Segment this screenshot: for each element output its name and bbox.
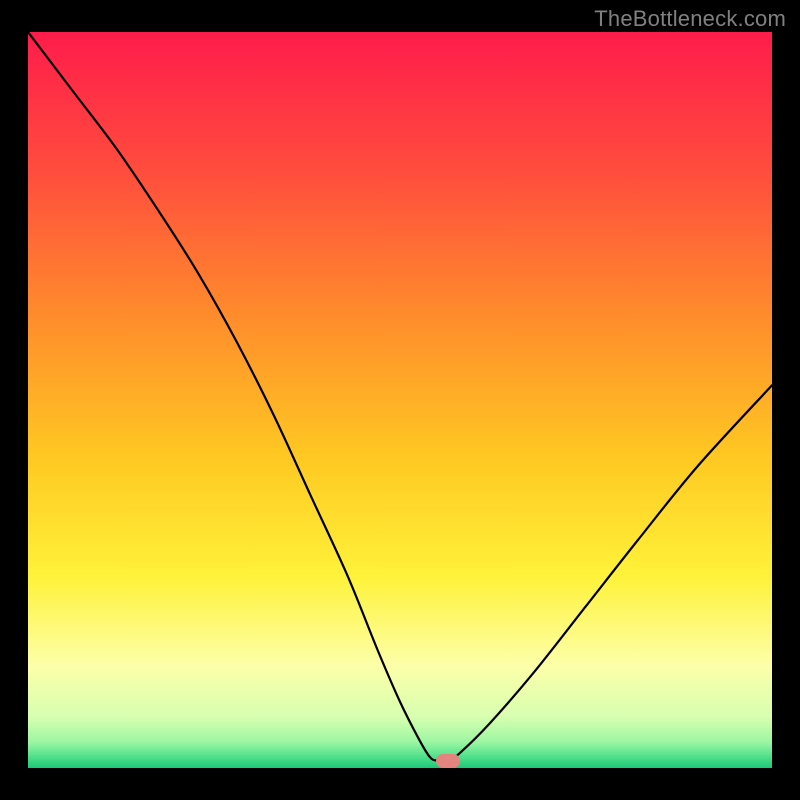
plot-area <box>28 32 772 768</box>
minimum-marker <box>436 754 460 768</box>
bottleneck-curve <box>28 32 772 761</box>
chart-frame: TheBottleneck.com <box>0 0 800 800</box>
watermark-text: TheBottleneck.com <box>594 6 786 32</box>
curve-layer <box>28 32 772 768</box>
